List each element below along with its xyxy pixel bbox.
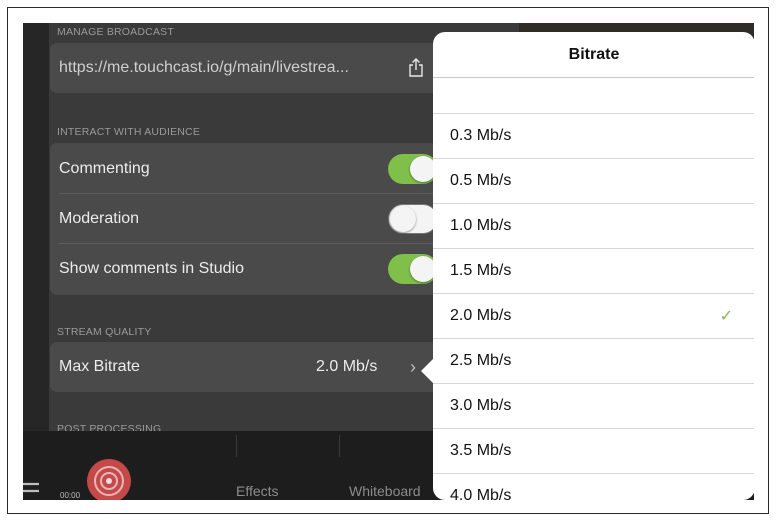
whiteboard-tab[interactable]: Whiteboard — [349, 483, 421, 499]
checkmark-icon: ✓ — [719, 308, 733, 325]
timer-text: 00:00 — [60, 491, 81, 500]
undo-icon[interactable] — [23, 479, 45, 497]
moderation-label: Moderation — [59, 210, 140, 227]
show-comments-label: Show comments in Studio — [59, 260, 244, 277]
commenting-toggle[interactable] — [388, 154, 438, 184]
share-icon[interactable] — [408, 58, 424, 78]
app-screen: MANAGE BROADCAST https://me.touchcast.io… — [23, 23, 754, 500]
max-bitrate-value: 2.0 Mb/s — [316, 358, 378, 375]
effects-tab[interactable]: Effects — [236, 483, 279, 499]
toolbar-divider — [339, 435, 340, 457]
bitrate-popover: Bitrate 0.3 Mb/s 0.5 Mb/s 1.0 Mb/s 1.5 M… — [433, 32, 754, 500]
bitrate-option-label: 3.0 Mb/s — [450, 397, 512, 414]
chevron-right-icon: › — [410, 356, 416, 377]
commenting-label: Commenting — [59, 160, 150, 177]
post-processing-header: POST PROCESSING — [57, 423, 162, 431]
bitrate-option[interactable]: 1.0 Mb/s — [433, 204, 754, 249]
record-button[interactable] — [85, 457, 133, 500]
interact-audience-header: INTERACT WITH AUDIENCE — [57, 126, 201, 138]
bitrate-option[interactable]: 3.5 Mb/s — [433, 429, 754, 474]
bitrate-option[interactable]: 1.5 Mb/s — [433, 249, 754, 294]
bitrate-option-label: 2.5 Mb/s — [450, 352, 512, 369]
bitrate-option-label: 1.5 Mb/s — [450, 262, 512, 279]
bitrate-option-label: 4.0 Mb/s — [450, 487, 512, 500]
moderation-toggle[interactable] — [388, 204, 438, 234]
bitrate-option[interactable]: 0.5 Mb/s — [433, 159, 754, 204]
bitrate-option[interactable]: 4.0 Mb/s — [433, 474, 754, 500]
stream-quality-header: STREAM QUALITY — [57, 326, 152, 338]
popover-spacer — [433, 78, 754, 114]
broadcast-url: https://me.touchcast.io/g/main/livestrea… — [59, 59, 349, 76]
bitrate-option-label: 0.5 Mb/s — [450, 172, 512, 189]
bitrate-option-label: 1.0 Mb/s — [450, 217, 512, 234]
toolbar-divider — [236, 435, 237, 457]
manage-broadcast-header: MANAGE BROADCAST — [57, 26, 174, 38]
show-comments-toggle[interactable] — [388, 254, 438, 284]
bitrate-option[interactable]: 3.0 Mb/s — [433, 384, 754, 429]
bitrate-option[interactable]: 2.5 Mb/s — [433, 339, 754, 384]
bitrate-option[interactable]: 0.3 Mb/s — [433, 114, 754, 159]
bitrate-option-label: 3.5 Mb/s — [450, 442, 512, 459]
bitrate-option-label: 0.3 Mb/s — [450, 127, 512, 144]
bitrate-option-label: 2.0 Mb/s — [450, 307, 512, 324]
max-bitrate-label: Max Bitrate — [59, 358, 140, 375]
popover-title: Bitrate — [433, 32, 754, 78]
bitrate-option-selected[interactable]: 2.0 Mb/s ✓ — [433, 294, 754, 339]
